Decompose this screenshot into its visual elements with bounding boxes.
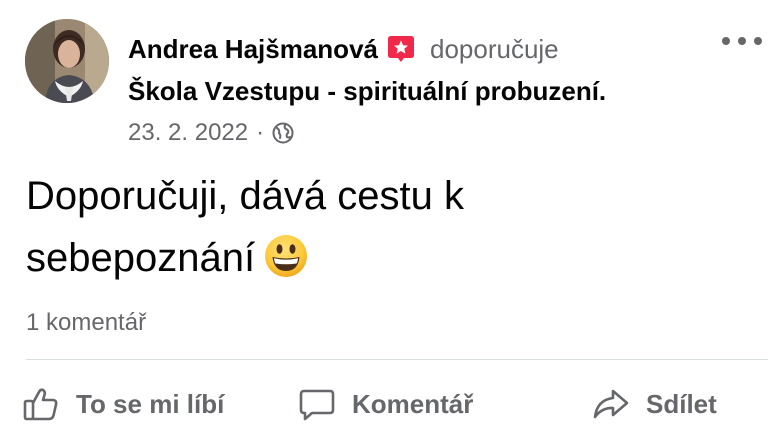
comment-bubble-icon [299,389,335,421]
divider [26,359,768,360]
like-label: To se mi líbí [76,388,225,419]
more-options-icon-dot [754,37,762,45]
post-header: Andrea Hajšmanová doporučuje [128,30,559,68]
more-options-icon [722,37,730,45]
more-options-button[interactable] [722,28,762,54]
post-date[interactable]: 23. 2. 2022 [128,119,248,147]
thumbs-up-icon [23,388,58,421]
meta-separator: · [256,119,265,146]
avatar[interactable] [25,19,109,103]
grinning-face-emoji-icon [263,233,309,279]
recommendation-star-icon [386,34,416,64]
share-arrow-icon [593,389,629,419]
comment-button[interactable]: Komentář [298,382,473,425]
comment-label: Komentář [352,388,474,419]
post-text-line: Doporučuji, dává cestu k [26,174,465,218]
like-button[interactable]: To se mi líbí [22,382,224,425]
post-text-line-2: sebepoznání [26,227,746,289]
share-label: Sdílet [646,388,717,419]
author-name[interactable]: Andrea Hajšmanová [128,34,378,65]
comments-count[interactable]: 1 komentář [26,309,146,337]
recommendation-post: Andrea Hajšmanová doporučuje Škola Vzest… [0,0,768,425]
post-text: Doporučuji, dává cestu k sebepoznání [26,165,746,289]
globe-icon[interactable] [272,122,294,144]
post-text-line: sebepoznání [26,236,256,280]
avatar-photo [25,19,109,103]
recommended-page-name[interactable]: Škola Vzestupu - spirituální probuzení. [128,72,606,110]
post-meta: 23. 2. 2022 · [128,117,294,149]
share-button[interactable]: Sdílet [592,382,717,425]
more-options-icon-dot [738,37,746,45]
recommend-verb: doporučuje [429,33,559,64]
